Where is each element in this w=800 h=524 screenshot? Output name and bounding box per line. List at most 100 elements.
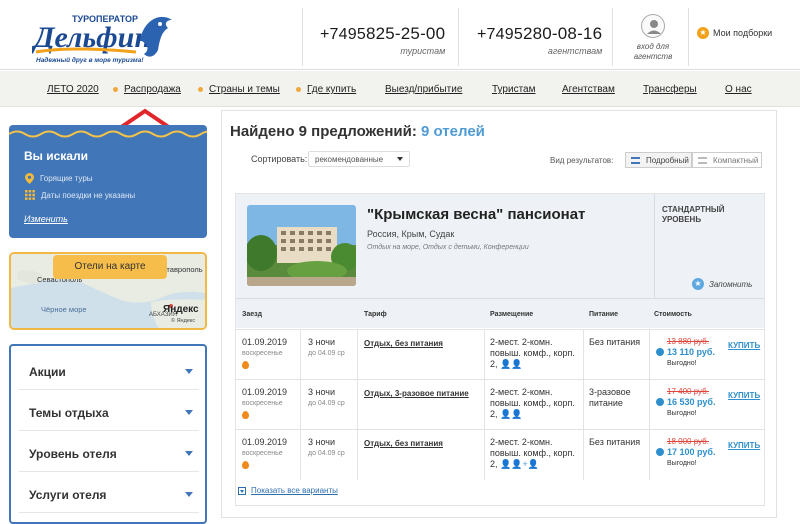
dot-icon (113, 87, 118, 92)
search-summary-title: Вы искали (24, 149, 88, 163)
fire-icon (242, 361, 249, 369)
old-price: 17 400 руб. (667, 387, 709, 396)
table-row: 01.09.2019 воскресенье 3 ночи до 04.09 ср … (236, 329, 764, 380)
chevron-down-icon (185, 492, 193, 497)
table-row: 01.09.2019 воскресенье 3 ночи до 04.09 ср … (236, 379, 764, 430)
nav-item-agencies[interactable]: Агентствам (562, 84, 615, 95)
nav-item-transfers[interactable]: Трансферы (643, 84, 697, 95)
checkin-date: 01.09.2019 (242, 387, 288, 397)
star-icon: ★ (697, 27, 709, 39)
show-all-variants-link[interactable]: Показать все варианты (238, 486, 338, 495)
fire-icon (242, 411, 249, 419)
agency-login-button[interactable]: вход для агентств (622, 14, 684, 62)
checkout: до 04.09 ср (308, 450, 345, 457)
svg-text:Ставрополь: Ставрополь (161, 265, 203, 274)
user-icon (641, 14, 665, 38)
price-dot-icon (656, 398, 664, 406)
change-search-link[interactable]: Изменить (24, 214, 68, 224)
hotels-on-map-button[interactable]: Отели на карте (53, 255, 167, 279)
offers-table-header: Заезд Тариф Размещение Питание Стоимость (236, 298, 764, 328)
found-label: Найдено 9 предложений: (230, 123, 417, 140)
nav-item-summer-2020[interactable]: ЛЕТО 2020 (47, 84, 99, 95)
hotel-name[interactable]: "Крымская весна" пансионат (367, 206, 585, 223)
buy-button[interactable]: КУПИТЬ (728, 440, 760, 451)
favorites-link[interactable]: ★ Мои подборки (697, 27, 772, 39)
divider (612, 8, 613, 66)
nights: 3 ночи (308, 437, 335, 447)
phone-agencies[interactable]: +7495280-08-16 агентствам (477, 24, 602, 56)
main-nav: ЛЕТО 2020 Распродажа Страны и темы Где к… (0, 71, 800, 107)
svg-text:© Яндекс: © Яндекс (171, 317, 195, 324)
meal-plan: Без питания (589, 337, 641, 347)
favorites-label: Мои подборки (713, 28, 773, 38)
column-header: Заезд (242, 311, 263, 318)
phone-number: 280-08-16 (522, 24, 603, 43)
old-price: 13 880 руб. (667, 337, 709, 346)
view-compact-button[interactable]: Компактный (692, 152, 762, 168)
dates-label: Даты поездки не указаны (41, 190, 136, 200)
view-detailed-label: Подробный (646, 156, 689, 165)
nav-item-tourists[interactable]: Туристам (492, 84, 536, 95)
found-hotels: 9 отелей (421, 123, 485, 140)
column-header: Размещение (490, 311, 534, 318)
hot-tours-row: Горящие туры (25, 173, 93, 184)
accordion-promotions[interactable]: Акции (19, 354, 199, 390)
nav-item-departure[interactable]: Выезд/прибытие (385, 84, 462, 95)
accordion-hotel-level[interactable]: Уровень отеля (19, 436, 199, 472)
tariff-link[interactable]: Отдых, 3-разовое питание (364, 388, 469, 399)
remember-label: Запомнить (709, 279, 753, 289)
buy-button[interactable]: КУПИТЬ (728, 390, 760, 401)
nav-item-about[interactable]: О нас (725, 84, 752, 95)
nav-item-where-to-buy[interactable]: Где купить (307, 84, 356, 95)
star-icon: ★ (692, 278, 704, 290)
hot-tours-label: Горящие туры (40, 174, 93, 183)
phone-prefix: +7495 (320, 26, 366, 43)
dot-icon (296, 87, 301, 92)
sort-label: Сортировать: (251, 154, 308, 164)
price-note: Выгодно! (667, 410, 697, 417)
list-icon (698, 157, 707, 164)
tariff-link[interactable]: Отдых, без питания (364, 338, 443, 349)
checkin-date: 01.09.2019 (242, 437, 288, 447)
view-compact-label: Компактный (713, 156, 759, 165)
calendar-icon (25, 190, 35, 200)
search-summary-panel: Вы искали Горящие туры Даты поездки не у… (9, 125, 207, 238)
view-detailed-button[interactable]: Подробный (625, 152, 692, 168)
guests-icon: 👤👤 (500, 359, 523, 369)
hotel-photo[interactable] (247, 205, 356, 286)
hotel-tags: Отдых на море, Отдых с детьми, Конференц… (367, 244, 529, 251)
chevron-down-icon (185, 369, 193, 374)
accordion-hotel-services[interactable]: Услуги отеля (19, 477, 199, 513)
svg-text:Надежный друг в море туризма!: Надежный друг в море туризма! (36, 56, 144, 64)
wave-decoration (9, 130, 207, 138)
remember-button[interactable]: ★ Запомнить (692, 278, 752, 290)
delfin-logo[interactable]: ТУРОПЕРАТОР Дельфин Надежный друг в море… (31, 10, 180, 66)
phone-tourists[interactable]: +7495825-25-00 туристам (320, 24, 445, 56)
price: 16 530 руб. (667, 397, 716, 407)
nav-item-sale[interactable]: Распродажа (124, 84, 181, 95)
column-header: Тариф (364, 311, 387, 318)
hotels-map[interactable]: Севастополь Ставрополь Чёрное море АБХАЗ… (9, 252, 207, 330)
old-price: 18 000 руб. (667, 437, 709, 446)
login-label: вход для агентств (633, 42, 673, 61)
chevron-down-icon (185, 451, 193, 456)
table-row: 01.09.2019 воскресенье 3 ночи до 04.09 ср … (236, 429, 764, 480)
tariff-link[interactable]: Отдых, без питания (364, 438, 443, 449)
nav-item-countries[interactable]: Страны и темы (209, 84, 280, 95)
sort-select[interactable]: рекомендованные (308, 151, 410, 167)
site-header: ТУРОПЕРАТОР Дельфин Надежный друг в море… (0, 0, 800, 70)
nights: 3 ночи (308, 387, 335, 397)
svg-text:Чёрное море: Чёрное море (41, 305, 87, 314)
price-note: Выгодно! (667, 360, 697, 367)
accordion-themes[interactable]: Темы отдыха (19, 395, 199, 431)
accordion-label: Уровень отеля (29, 447, 117, 461)
buy-button[interactable]: КУПИТЬ (728, 340, 760, 351)
checkin-date: 01.09.2019 (242, 337, 288, 347)
checkout: до 04.09 ср (308, 400, 345, 407)
phone-prefix: +7495 (477, 26, 523, 43)
dot-icon (198, 87, 203, 92)
phone-label: агентствам (547, 46, 603, 56)
price-dot-icon (656, 348, 664, 356)
checkin-weekday: воскресенье (242, 350, 283, 357)
dates-row: Даты поездки не указаны (25, 190, 135, 200)
